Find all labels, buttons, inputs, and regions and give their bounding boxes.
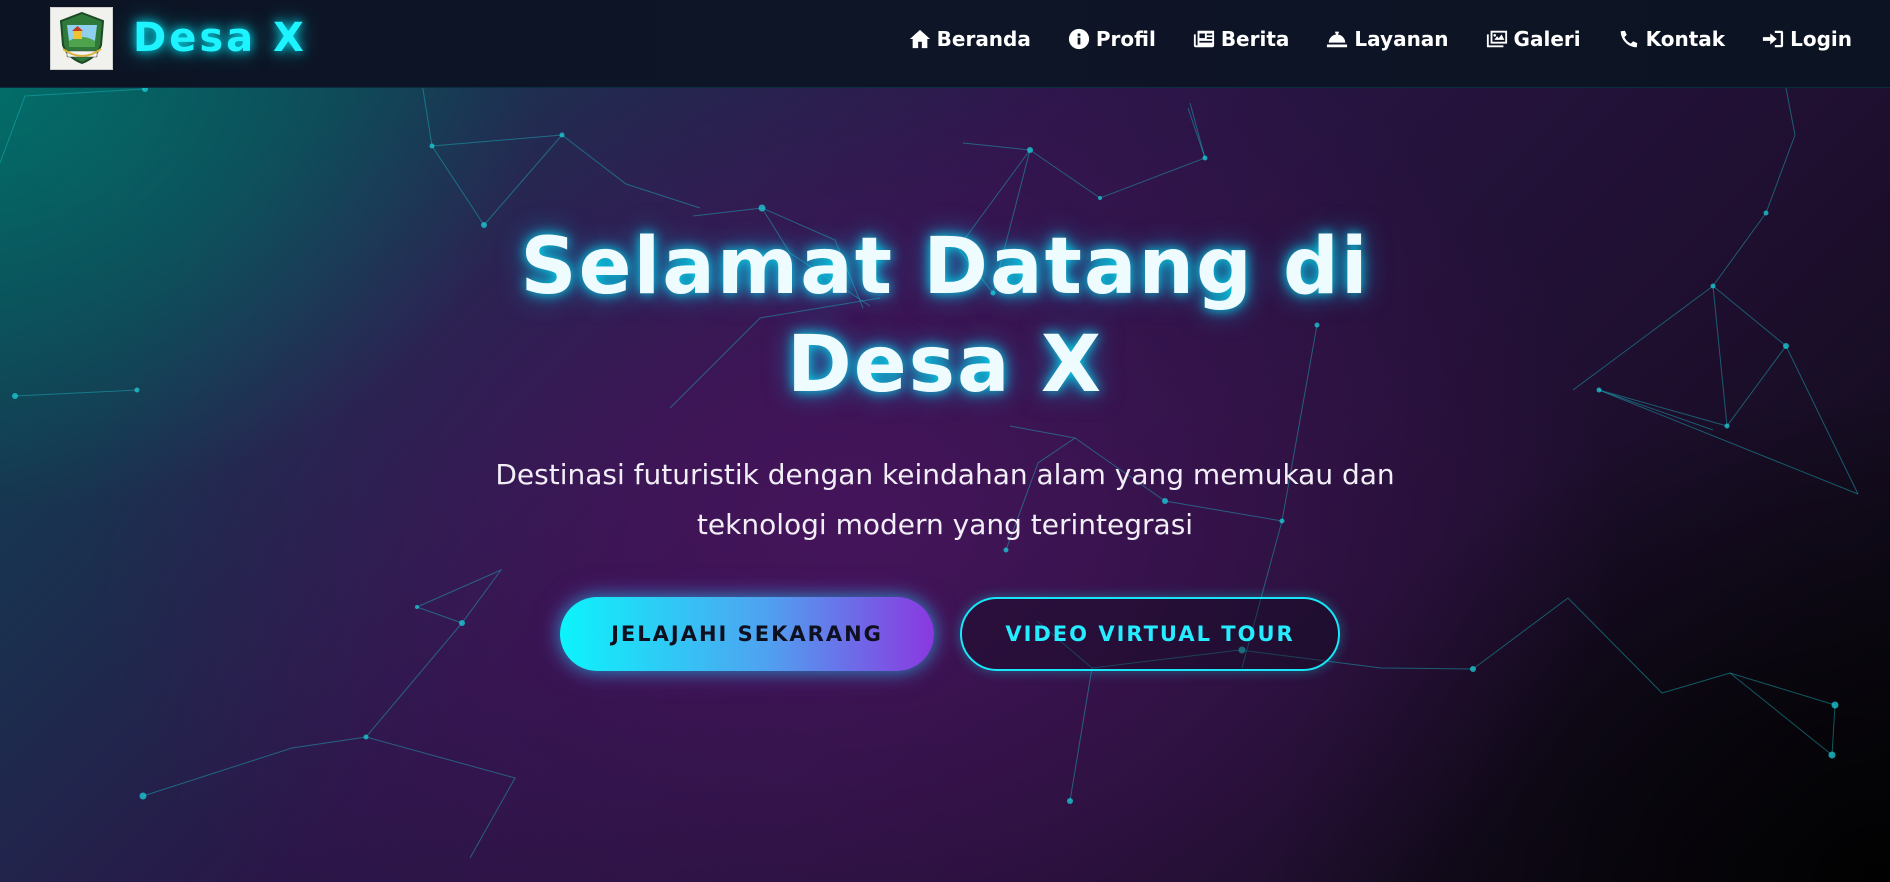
brand[interactable]: Desa X [50, 6, 307, 70]
nav-item-label: Beranda [936, 27, 1031, 51]
brand-name[interactable]: Desa X [133, 15, 307, 61]
nav-item-label: Profil [1095, 27, 1156, 51]
nav-item-label: Galeri [1513, 27, 1581, 51]
hero-subtitle: Destinasi futuristik dengan keindahan al… [495, 450, 1395, 550]
nav-item-label: Berita [1220, 27, 1290, 51]
phone-icon [1620, 30, 1637, 48]
virtual-tour-video-button[interactable]: VIDEO VIRTUAL TOUR [960, 597, 1340, 671]
hero-subtitle-line-2: teknologi modern yang terintegrasi [696, 508, 1194, 541]
concierge-bell-icon [1327, 31, 1348, 48]
nav-item-profil[interactable]: Profil [1068, 27, 1156, 51]
info-circle-icon [1068, 28, 1089, 50]
main-nav: Beranda Profil Berita Layanan Galeri Kon… [909, 24, 1852, 54]
village-crest-icon[interactable] [50, 6, 113, 70]
hero-section: Selamat Datang di Desa X Destinasi futur… [0, 88, 1890, 882]
hero-title: Selamat Datang di Desa X [445, 218, 1445, 414]
hero-title-line-2: Desa X [786, 320, 1103, 410]
nav-item-login[interactable]: Login [1762, 27, 1852, 51]
explore-now-button[interactable]: JELAJAHI SEKARANG [560, 597, 934, 671]
images-icon [1486, 30, 1507, 48]
hero-subtitle-line-1: Destinasi futuristik dengan keindahan al… [495, 458, 1395, 491]
nav-item-label: Layanan [1354, 27, 1449, 51]
nav-item-label: Login [1790, 27, 1852, 51]
sign-in-icon [1763, 30, 1784, 48]
nav-item-berita[interactable]: Berita [1193, 27, 1290, 51]
nav-item-galeri[interactable]: Galeri [1486, 27, 1581, 51]
navbar: Desa X Beranda Profil Berita Layanan Gal… [0, 0, 1890, 88]
newspaper-icon [1193, 30, 1214, 48]
nav-item-label: Kontak [1645, 27, 1726, 51]
nav-item-layanan[interactable]: Layanan [1326, 27, 1449, 51]
nav-item-kontak[interactable]: Kontak [1618, 27, 1725, 51]
hero-title-line-1: Selamat Datang di [520, 222, 1370, 312]
nav-item-beranda[interactable]: Beranda [909, 27, 1031, 51]
home-icon [909, 29, 930, 49]
